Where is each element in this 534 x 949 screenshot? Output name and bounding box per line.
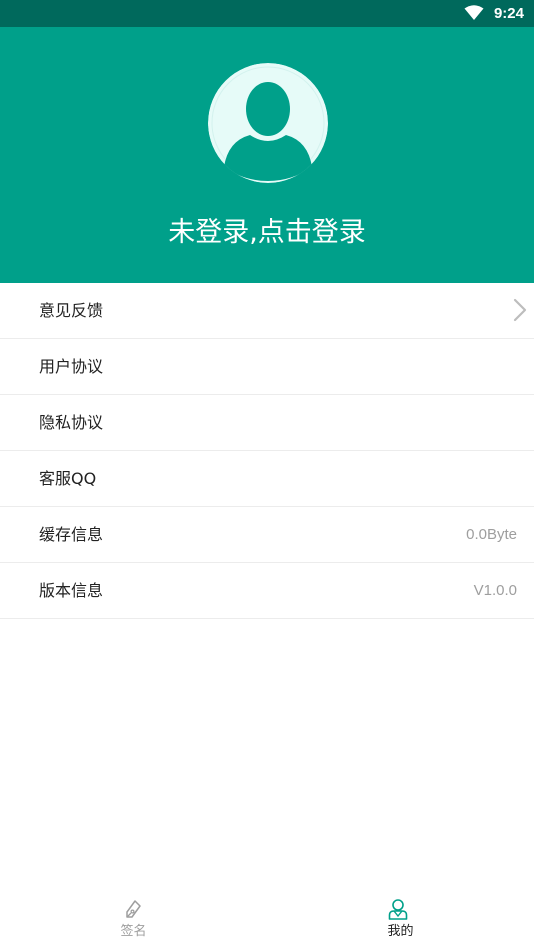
tab-label: 签名: [120, 924, 147, 939]
menu-item-cache-info[interactable]: 缓存信息 0.0Byte: [0, 507, 534, 563]
menu-item-label: 客服QQ: [39, 469, 97, 488]
cache-size-value: 0.0Byte: [466, 526, 517, 543]
settings-menu: 意见反馈 用户协议 隐私协议 客服QQ 缓存信息 0.0Byte 版本信息 V1…: [0, 283, 534, 619]
status-time: 9:24: [493, 5, 524, 22]
menu-item-user-agreement[interactable]: 用户协议: [0, 339, 534, 395]
bottom-tab-bar: 签名 我的: [0, 890, 534, 949]
login-prompt[interactable]: 未登录,点击登录: [0, 213, 534, 253]
menu-item-label: 缓存信息: [39, 525, 104, 544]
screen: 9:24 未登录,点击登录 意见反馈 用户协议 隐私协议 客服QQ 缓存信息 0…: [0, 0, 534, 949]
menu-item-privacy-policy[interactable]: 隐私协议: [0, 395, 534, 451]
wifi-icon: [464, 5, 484, 20]
menu-item-label: 隐私协议: [39, 413, 104, 432]
default-avatar-icon: [208, 63, 328, 183]
tab-mine[interactable]: 我的: [267, 890, 534, 949]
pen-icon: [126, 900, 141, 918]
avatar[interactable]: [208, 63, 328, 183]
status-bar: 9:24: [0, 0, 534, 27]
version-value: V1.0.0: [473, 582, 517, 599]
profile-header: 未登录,点击登录: [0, 27, 534, 283]
tab-signature[interactable]: 签名: [0, 890, 267, 949]
menu-item-label: 版本信息: [39, 581, 104, 600]
menu-item-label: 用户协议: [39, 357, 104, 376]
menu-item-customer-service-qq[interactable]: 客服QQ: [0, 451, 534, 507]
menu-item-version-info[interactable]: 版本信息 V1.0.0: [0, 563, 534, 619]
user-icon: [388, 899, 408, 920]
chevron-right-icon: [513, 298, 527, 322]
menu-item-feedback[interactable]: 意见反馈: [0, 283, 534, 339]
menu-item-label: 意见反馈: [39, 301, 104, 320]
tab-label: 我的: [387, 924, 414, 939]
